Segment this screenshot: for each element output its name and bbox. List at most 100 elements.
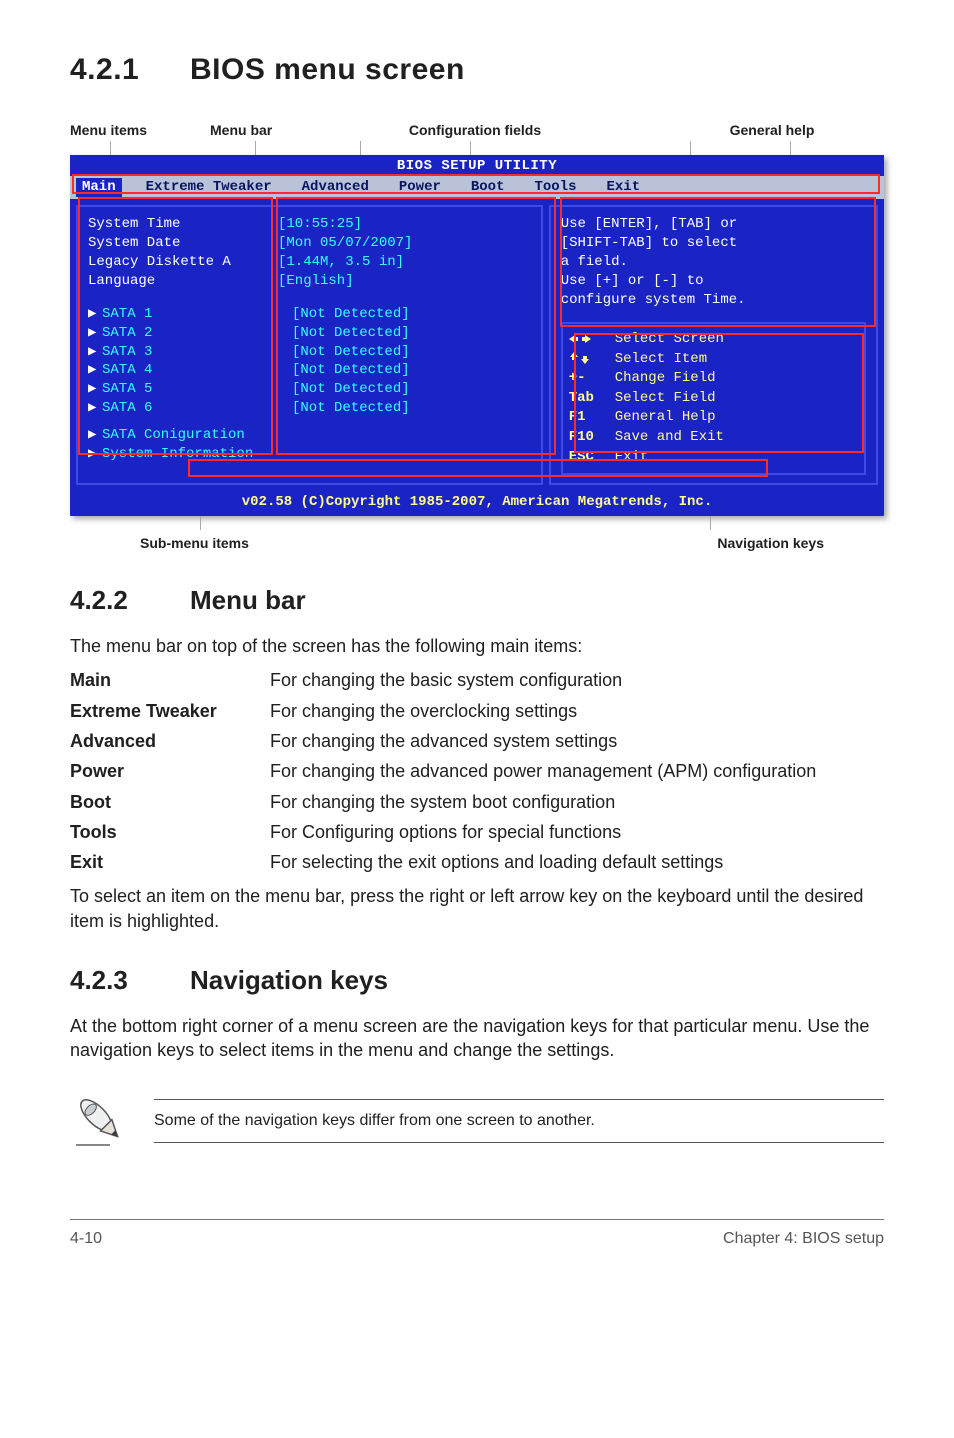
def-term: Power [70,759,270,783]
bios-title: BIOS SETUP UTILITY [70,155,884,176]
bios-navkey-key: +- [569,369,605,389]
note-box: Some of the navigation keys differ from … [70,1093,884,1149]
bios-field-system-time[interactable]: System Time [10:55:25] [88,215,531,234]
bios-navkey-row: Select Item [569,350,858,370]
triangle-right-icon: ▶ [88,361,102,380]
bios-help-line: configure system Time. [561,291,866,310]
bios-navkey-key: ESC [569,448,605,468]
bios-navkey-action: Select Item [615,350,707,370]
bios-sata-1[interactable]: ▶SATA 1[Not Detected] [88,305,531,324]
arrows-left-right-icon [569,330,605,350]
bios-tab-power[interactable]: Power [393,178,447,197]
bios-right-panel: Use [ENTER], [TAB] or [SHIFT-TAB] to sel… [549,205,878,485]
bios-tab-tools[interactable]: Tools [528,178,582,197]
callout-general-help: General help [600,121,884,140]
heading-421: 4.2.1BIOS menu screen [70,50,884,91]
bios-field-label: System Time [88,215,278,234]
triangle-right-icon: ▶ [88,399,102,418]
bios-field-value: [English] [278,272,354,291]
def-term: Boot [70,790,270,814]
bios-field-label: System Date [88,234,278,253]
bios-menubar: Main Extreme Tweaker Advanced Power Boot… [70,176,884,199]
def-term: Exit [70,850,270,874]
bios-sata-label: SATA 4 [102,361,292,380]
bios-navkey-key: F1 [569,408,605,428]
page-footer: 4-10 Chapter 4: BIOS setup [70,1219,884,1250]
bios-tab-exit[interactable]: Exit [601,178,647,197]
bios-sata-4[interactable]: ▶SATA 4[Not Detected] [88,361,531,380]
bios-navkey-row: ESC Exit [569,448,858,468]
bios-sata-value: [Not Detected] [292,305,410,324]
menu-definitions: MainFor changing the basic system config… [70,668,884,874]
bios-navkey-row: TabSelect Field [569,389,858,409]
def-row-tools: ToolsFor Configuring options for special… [70,820,884,844]
callout-labels-top: Menu items Menu bar Configuration fields… [70,121,884,140]
bios-sata-6[interactable]: ▶SATA 6[Not Detected] [88,399,531,418]
bios-help-line: [SHIFT-TAB] to select [561,234,866,253]
bios-help-line: Use [ENTER], [TAB] or [561,215,866,234]
heading-422: 4.2.2Menu bar [70,583,884,618]
triangle-right-icon: ▶ [88,445,102,464]
bios-tab-boot[interactable]: Boot [465,178,511,197]
heading-421-num: 4.2.1 [70,50,190,91]
bios-sata-2[interactable]: ▶SATA 2[Not Detected] [88,324,531,343]
callout-ticks-bottom [70,516,884,530]
callout-config-fields: Configuration fields [330,121,600,140]
pencil-note-icon [74,1093,130,1149]
bios-field-value: [10:55:25] [278,215,362,234]
bios-tab-extreme[interactable]: Extreme Tweaker [140,178,278,197]
bios-navkey-action: Exit [615,448,649,468]
bios-sata-label: SATA 5 [102,380,292,399]
bios-submenu-label: SATA Coniguration [102,427,245,443]
bios-sata-value: [Not Detected] [292,361,410,380]
callout-menu-items: Menu items [70,121,180,140]
def-row-power: PowerFor changing the advanced power man… [70,759,884,783]
bios-sata-value: [Not Detected] [292,343,410,362]
bios-field-label: Legacy Diskette A [88,253,278,272]
bios-navkey-key: Tab [569,389,605,409]
bios-help-line: a field. [561,253,866,272]
def-desc: For changing the advanced system setting… [270,729,884,753]
def-row-advanced: AdvancedFor changing the advanced system… [70,729,884,753]
bios-tab-advanced[interactable]: Advanced [296,178,375,197]
def-term: Advanced [70,729,270,753]
def-term: Tools [70,820,270,844]
def-desc: For Configuring options for special func… [270,820,884,844]
bios-field-system-date[interactable]: System Date [Mon 05/07/2007] [88,234,531,253]
def-desc: For changing the overclocking settings [270,699,884,723]
bios-sata-3[interactable]: ▶SATA 3[Not Detected] [88,343,531,362]
def-desc: For selecting the exit options and loadi… [270,850,884,874]
bios-navkey-action: Change Field [615,369,716,389]
bios-field-label: Language [88,272,278,291]
heading-422-title: Menu bar [190,585,306,615]
bios-field-value: [Mon 05/07/2007] [278,234,412,253]
bios-submenu-system-info[interactable]: ▶System Information [88,445,531,464]
triangle-right-icon: ▶ [88,380,102,399]
def-row-boot: BootFor changing the system boot configu… [70,790,884,814]
bios-sata-5[interactable]: ▶SATA 5[Not Detected] [88,380,531,399]
heading-421-title: BIOS menu screen [190,53,465,86]
callout-navigation-keys: Navigation keys [400,534,884,553]
bios-sata-value: [Not Detected] [292,324,410,343]
bios-left-panel: System Time [10:55:25] System Date [Mon … [76,205,543,485]
callout-sub-menu-items: Sub-menu items [70,534,400,553]
bios-footer: v02.58 (C)Copyright 1985-2007, American … [70,491,884,516]
heading-423-title: Navigation keys [190,965,388,995]
bios-navkey-key: F10 [569,428,605,448]
bios-field-language[interactable]: Language [English] [88,272,531,291]
def-desc: For changing the advanced power manageme… [270,759,884,783]
bios-submenu-sata-config[interactable]: ▶SATA Coniguration [88,426,531,445]
bios-field-legacy-diskette[interactable]: Legacy Diskette A [1.44M, 3.5 in] [88,253,531,272]
para-422-intro: The menu bar on top of the screen has th… [70,634,884,658]
bios-navkey-action: Select Screen [615,330,724,350]
arrows-up-down-icon [569,350,605,370]
heading-423: 4.2.3Navigation keys [70,963,884,998]
def-desc: For changing the basic system configurat… [270,668,884,692]
def-term: Extreme Tweaker [70,699,270,723]
bios-sata-value: [Not Detected] [292,380,410,399]
bios-tab-main[interactable]: Main [76,178,122,197]
para-423: At the bottom right corner of a menu scr… [70,1014,884,1063]
bios-sata-label: SATA 2 [102,324,292,343]
def-term: Main [70,668,270,692]
triangle-right-icon: ▶ [88,343,102,362]
